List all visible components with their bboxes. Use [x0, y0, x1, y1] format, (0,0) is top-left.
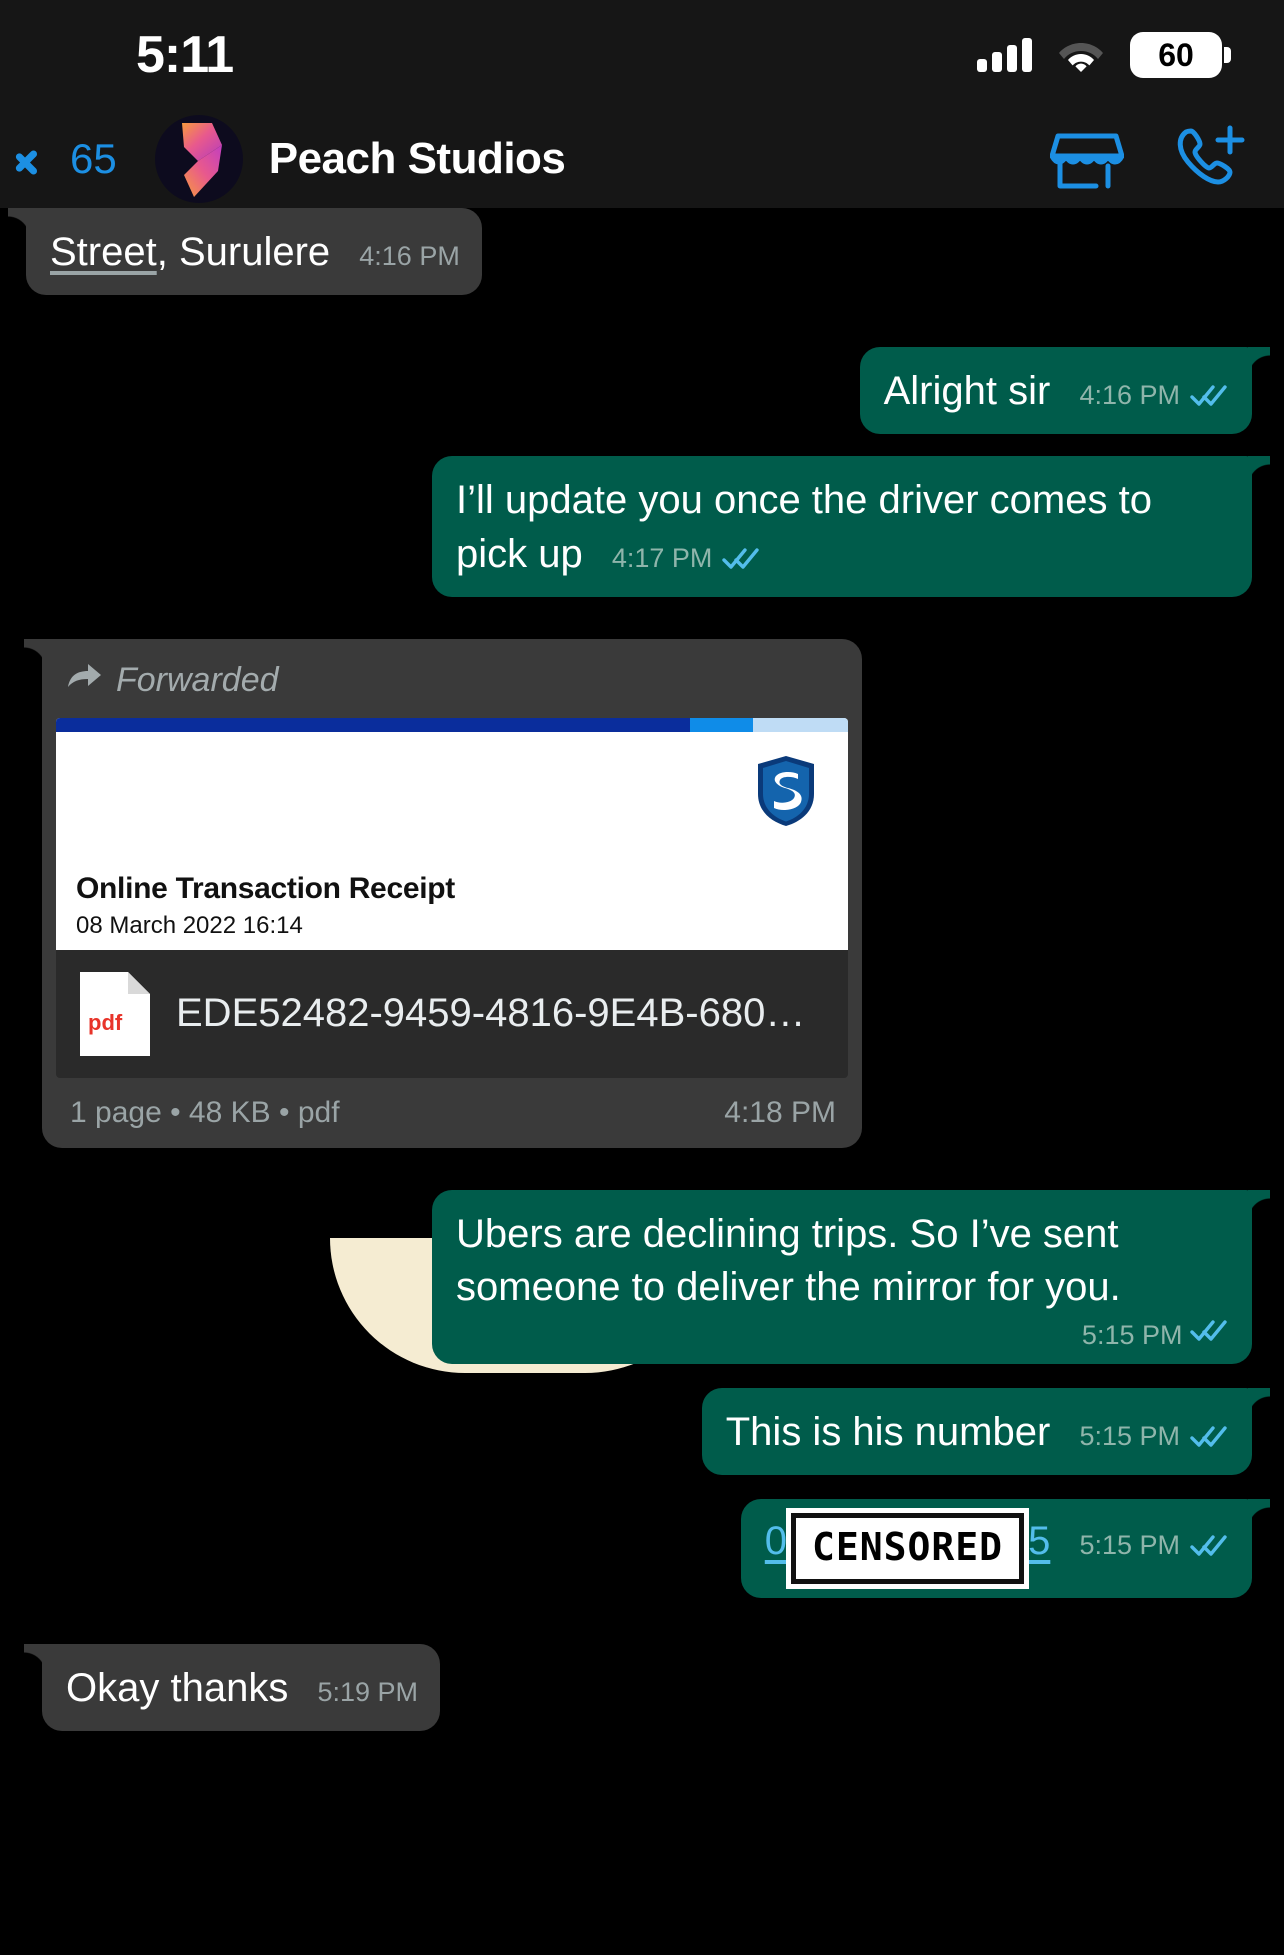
pdf-file-icon: pdf — [78, 970, 152, 1058]
message-bubble-outgoing[interactable]: 0 CENSORED 5 5:15 PM — [740, 1499, 1252, 1598]
avatar[interactable] — [154, 115, 243, 203]
message-bubble-incoming[interactable]: Street, Surulere 4:16 PM — [26, 208, 482, 296]
message-row[interactable]: Forwarded Online Transaction Receipt 08 … — [0, 638, 1284, 1148]
message-text: Alright sir — [883, 369, 1051, 414]
message-time: 4:18 PM — [724, 1095, 836, 1129]
message-meta: 5:15 PM — [474, 1318, 1230, 1354]
wifi-icon — [1058, 38, 1104, 72]
message-text: Ubers are declining trips. So I’ve sent … — [456, 1211, 1121, 1309]
unread-count-label: 65 — [70, 135, 117, 182]
message-list[interactable]: Street, Surulere 4:16 PM Alright sir 4:1… — [0, 208, 1284, 1955]
header-actions — [1049, 122, 1248, 197]
status-bar-time: 5:11 — [136, 26, 234, 84]
message-bubble-outgoing[interactable]: Ubers are declining trips. So I’ve sent … — [432, 1189, 1252, 1365]
document-meta-label: 1 page • 48 KB • pdf — [70, 1095, 340, 1129]
message-row[interactable]: I’ll update you once the driver comes to… — [0, 456, 1284, 597]
receipt-date: 08 March 2022 16:14 — [76, 911, 303, 939]
message-time: 4:16 PM — [1079, 380, 1180, 411]
preview-body: Online Transaction Receipt 08 March 2022… — [56, 732, 848, 950]
read-receipt-icon — [1190, 1424, 1230, 1450]
status-bar: 5:11 60 — [0, 0, 1284, 110]
message-time: 4:17 PM — [611, 542, 713, 573]
phone-plus-icon[interactable] — [1172, 122, 1248, 197]
forward-arrow-icon — [66, 661, 102, 700]
message-link[interactable]: Street — [50, 230, 157, 274]
chat-header: 65 Peach Studios — [0, 110, 1284, 208]
document-file-row[interactable]: pdf EDE52482-9459-4816-9E4B-680… — [56, 949, 848, 1078]
status-bar-indicators: 60 — [977, 32, 1231, 78]
forwarded-label-row: Forwarded — [56, 653, 848, 718]
message-time: 5:15 PM — [1079, 1530, 1180, 1561]
message-meta: 4:17 PM — [612, 541, 763, 577]
document-meta-row: 1 page • 48 KB • pdf 4:18 PM — [56, 1078, 848, 1148]
message-text: This is his number — [725, 1410, 1051, 1455]
phone-number-prefix[interactable]: 0 — [765, 1519, 787, 1563]
back-button[interactable]: 65 — [30, 135, 117, 183]
receipt-title: Online Transaction Receipt — [76, 871, 455, 905]
message-time: 5:15 PM — [1081, 1320, 1183, 1351]
message-bubble-outgoing[interactable]: Alright sir 4:16 PM — [859, 347, 1252, 435]
message-row[interactable]: This is his number 5:15 PM — [0, 1388, 1284, 1476]
message-meta: 5:15 PM — [1079, 1419, 1230, 1455]
censored-overlay: CENSORED — [791, 1513, 1025, 1584]
page-title: Peach Studios — [268, 134, 566, 183]
read-receipt-icon — [1190, 1533, 1230, 1559]
message-bubble-outgoing[interactable]: This is his number 5:15 PM — [701, 1388, 1252, 1476]
phone-number-suffix[interactable]: 5 — [1028, 1519, 1050, 1563]
message-text: , Surulere — [156, 230, 331, 274]
document-filename: EDE52482-9459-4816-9E4B-680… — [176, 991, 806, 1036]
storefront-icon[interactable] — [1049, 124, 1125, 195]
message-meta: 5:15 PM — [1079, 1528, 1230, 1564]
document-message-card[interactable]: Forwarded Online Transaction Receipt 08 … — [42, 638, 862, 1148]
message-row[interactable]: Alright sir 4:16 PM — [0, 347, 1284, 435]
message-row[interactable]: 0 CENSORED 5 5:15 PM — [0, 1499, 1284, 1598]
message-text: I’ll update you once the driver comes to… — [456, 478, 1152, 576]
message-time: 5:19 PM — [317, 1676, 419, 1707]
preview-accent-bar — [56, 717, 848, 732]
forwarded-label: Forwarded — [116, 660, 279, 699]
cellular-bars-icon — [977, 38, 1032, 72]
document-preview[interactable]: Online Transaction Receipt 08 March 2022… — [56, 717, 848, 950]
message-row[interactable]: Okay thanks 5:19 PM — [0, 1643, 1284, 1731]
message-bubble-outgoing[interactable]: I’ll update you once the driver comes to… — [432, 456, 1252, 597]
read-receipt-icon — [1190, 1318, 1230, 1344]
message-time: 4:16 PM — [359, 241, 460, 271]
message-bubble-incoming[interactable]: Okay thanks 5:19 PM — [42, 1643, 441, 1731]
message-row[interactable]: Ubers are declining trips. So I’ve sent … — [0, 1189, 1284, 1365]
peach-logo-icon — [181, 123, 222, 197]
svg-text:pdf: pdf — [88, 1010, 123, 1035]
read-receipt-icon — [1190, 383, 1230, 409]
read-receipt-icon — [722, 546, 762, 572]
message-text: Okay thanks — [66, 1665, 289, 1710]
battery-level-label: 60 — [1158, 36, 1194, 73]
message-meta: 5:19 PM — [317, 1675, 418, 1711]
chevron-left-icon — [30, 137, 56, 181]
standard-bank-shield-icon — [754, 754, 818, 828]
message-meta: 4:16 PM — [359, 239, 460, 275]
battery-icon: 60 — [1130, 32, 1231, 78]
message-meta: 4:16 PM — [1079, 378, 1230, 414]
message-row[interactable]: Street, Surulere 4:16 PM — [0, 208, 1284, 296]
message-time: 5:15 PM — [1079, 1421, 1180, 1452]
